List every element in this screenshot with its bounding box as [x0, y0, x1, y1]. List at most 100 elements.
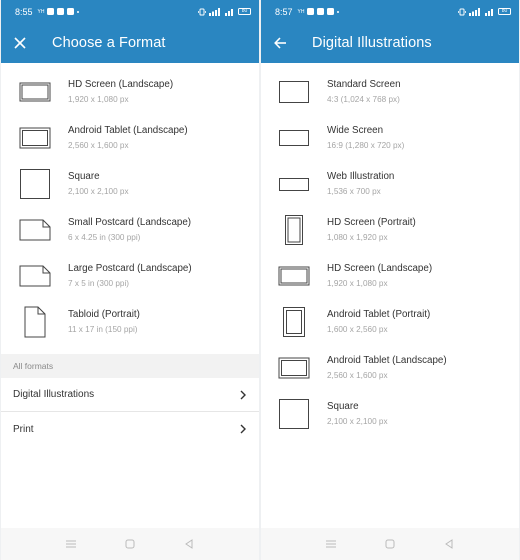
signal-2-icon — [225, 8, 233, 16]
square-icon — [279, 399, 309, 429]
format-item-square[interactable]: Square 2,100 x 2,100 px — [1, 161, 259, 207]
carrier-label: YH — [297, 8, 305, 15]
format-name: Small Postcard (Landscape) — [68, 217, 192, 228]
category-label: Print — [13, 423, 34, 435]
format-item-standard-screen[interactable]: Standard Screen 4:3 (1,024 x 768 px) — [261, 69, 519, 115]
format-dims: 1,920 x 1,080 px — [68, 95, 129, 104]
signal-icon — [209, 7, 220, 16]
format-dims: 7 x 5 in (300 ppi) — [68, 279, 129, 288]
format-dims: 1,600 x 2,560 px — [327, 325, 388, 334]
back-arrow-icon[interactable] — [261, 23, 307, 63]
choose-format-screen: 8:55 YH 80 Choose a Format HD Screen (La… — [1, 0, 259, 560]
system-nav-bar — [1, 528, 259, 560]
format-name: Android Tablet (Landscape) — [327, 355, 447, 366]
home-nav-icon[interactable] — [123, 537, 137, 551]
menu-nav-icon[interactable] — [64, 537, 78, 551]
landscape-screen-icon — [19, 82, 50, 102]
format-name: Square — [327, 401, 359, 412]
carrier-label: YH — [37, 8, 45, 15]
format-name: Android Tablet (Portrait) — [327, 309, 431, 320]
format-item-web-illustration[interactable]: Web Illustration 1,536 x 700 px — [261, 161, 519, 207]
more-notifications-icon — [77, 10, 80, 13]
status-time: 8:55 — [15, 6, 33, 17]
signal-icon — [469, 7, 480, 16]
format-name: HD Screen (Landscape) — [68, 79, 174, 90]
status-bar: 8:57 YH 80 — [261, 0, 519, 23]
format-name: Large Postcard (Landscape) — [68, 263, 192, 274]
back-nav-icon[interactable] — [182, 537, 196, 551]
format-list: HD Screen (Landscape) 1,920 x 1,080 px An… — [1, 63, 259, 345]
battery-icon: 80 — [238, 8, 251, 15]
format-name: Android Tablet (Landscape) — [68, 125, 188, 136]
close-icon[interactable] — [1, 23, 47, 63]
all-formats-header: All formats — [1, 354, 259, 378]
format-list: Standard Screen 4:3 (1,024 x 768 px) Wide… — [261, 63, 519, 437]
format-dims: 1,080 x 1,920 px — [327, 233, 388, 242]
format-dims: 2,560 x 1,600 px — [327, 371, 388, 380]
menu-nav-icon[interactable] — [324, 537, 338, 551]
message-icon — [317, 8, 325, 15]
portrait-screen-icon — [285, 215, 303, 245]
app-bar: Digital Illustrations — [261, 23, 519, 63]
message-icon — [57, 8, 65, 15]
format-name: HD Screen (Landscape) — [327, 263, 433, 274]
category-print[interactable]: Print — [1, 412, 259, 446]
wide-screen-icon — [279, 130, 309, 146]
format-name: Standard Screen — [327, 79, 401, 90]
landscape-tablet-icon — [19, 127, 50, 149]
web-illustration-icon — [279, 177, 309, 191]
format-dims: 4:3 (1,024 x 768 px) — [327, 95, 400, 104]
app-notification-icon — [327, 8, 335, 15]
vibrate-icon — [458, 8, 466, 15]
format-dims: 2,100 x 2,100 px — [327, 417, 388, 426]
format-item-hd-screen-landscape[interactable]: HD Screen (Landscape) 1,920 x 1,080 px — [261, 253, 519, 299]
page-title: Choose a Format — [52, 35, 166, 51]
format-item-android-tablet-landscape[interactable]: Android Tablet (Landscape) 2,560 x 1,600 … — [261, 345, 519, 391]
format-name: Square — [68, 171, 100, 182]
home-nav-icon[interactable] — [383, 537, 397, 551]
format-name: Tabloid (Portrait) — [68, 309, 140, 320]
format-item-tabloid-portrait[interactable]: Tabloid (Portrait) 11 x 17 in (150 ppi) — [1, 299, 259, 345]
format-dims: 2,560 x 1,600 px — [68, 141, 129, 150]
more-notifications-icon — [337, 10, 340, 13]
landscape-tablet-icon — [278, 357, 310, 379]
format-item-large-postcard[interactable]: Large Postcard (Landscape) 7 x 5 in (300 … — [1, 253, 259, 299]
notification-icon — [47, 8, 55, 15]
format-item-android-tablet-landscape[interactable]: Android Tablet (Landscape) 2,560 x 1,600 … — [1, 115, 259, 161]
format-name: Web Illustration — [327, 171, 395, 182]
page-title: Digital Illustrations — [312, 35, 432, 51]
format-dims: 11 x 17 in (150 ppi) — [68, 325, 138, 334]
format-item-hd-screen-portrait[interactable]: HD Screen (Portrait) 1,080 x 1,920 px — [261, 207, 519, 253]
format-dims: 1,920 x 1,080 px — [327, 279, 388, 288]
back-nav-icon[interactable] — [442, 537, 456, 551]
postcard-icon — [19, 265, 50, 287]
status-time: 8:57 — [275, 6, 293, 17]
postcard-icon — [19, 219, 50, 241]
format-name: HD Screen (Portrait) — [327, 217, 416, 228]
system-nav-bar — [261, 528, 519, 560]
category-label: Digital Illustrations — [13, 389, 95, 400]
notification-icon — [307, 8, 315, 15]
app-notification-icon — [67, 8, 75, 15]
status-bar: 8:55 YH 80 — [1, 0, 259, 23]
vibrate-icon — [198, 8, 206, 15]
format-item-small-postcard[interactable]: Small Postcard (Landscape) 6 x 4.25 in (3… — [1, 207, 259, 253]
chevron-right-icon — [240, 424, 246, 434]
portrait-page-icon — [24, 306, 45, 338]
square-icon — [19, 169, 50, 199]
format-item-hd-screen-landscape[interactable]: HD Screen (Landscape) 1,920 x 1,080 px — [1, 69, 259, 115]
chevron-right-icon — [240, 390, 246, 399]
format-dims: 2,100 x 2,100 px — [68, 187, 129, 196]
category-digital-illustrations[interactable]: Digital Illustrations — [1, 378, 259, 412]
signal-2-icon — [485, 8, 493, 16]
format-item-square[interactable]: Square 2,100 x 2,100 px — [261, 391, 519, 437]
format-dims: 1,536 x 700 px — [327, 187, 381, 196]
format-dims: 16:9 (1,280 x 720 px) — [327, 141, 405, 150]
format-item-android-tablet-portrait[interactable]: Android Tablet (Portrait) 1,600 x 2,560 p… — [261, 299, 519, 345]
landscape-screen-icon — [278, 266, 310, 286]
digital-illustrations-screen: 8:57 YH 80 Digital Illustrations Standar… — [261, 0, 519, 560]
standard-screen-icon — [279, 81, 309, 103]
format-dims: 6 x 4.25 in (300 ppi) — [68, 233, 141, 242]
format-item-wide-screen[interactable]: Wide Screen 16:9 (1,280 x 720 px) — [261, 115, 519, 161]
format-name: Wide Screen — [327, 125, 384, 136]
